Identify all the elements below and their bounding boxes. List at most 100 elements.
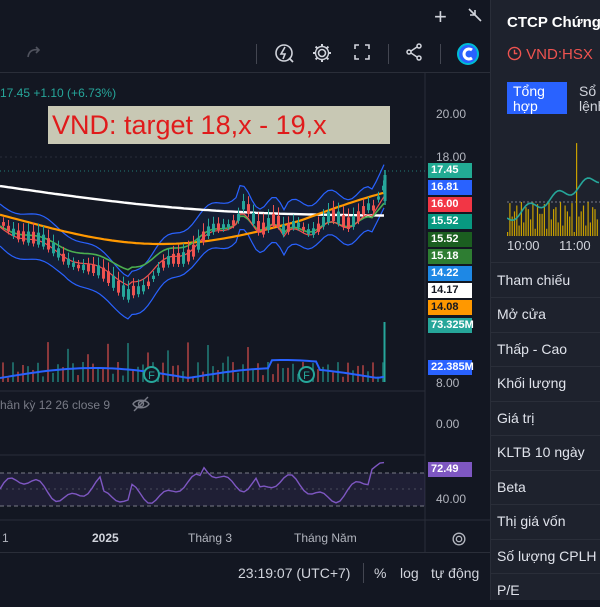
candle-body bbox=[212, 223, 215, 232]
volume-bar bbox=[247, 347, 249, 382]
tab-orderbook[interactable]: Sổ lệnh bbox=[575, 82, 600, 114]
candle-body bbox=[267, 218, 270, 231]
gear-icon[interactable] bbox=[310, 42, 334, 66]
mini-volume-bar bbox=[548, 202, 550, 236]
volume-bar bbox=[257, 363, 259, 382]
volume-bar bbox=[7, 377, 9, 382]
volume-bar bbox=[282, 368, 284, 382]
mini-volume-bar bbox=[559, 202, 562, 236]
axis-settings-icon[interactable] bbox=[450, 530, 468, 553]
volume-bar bbox=[372, 362, 374, 382]
mini-volume-bar bbox=[520, 202, 522, 236]
candle-body bbox=[357, 211, 360, 222]
price-label-ma-green: 15.52 bbox=[428, 232, 472, 247]
info-row-volume: Khối lượng bbox=[497, 375, 567, 391]
toolbar-separator bbox=[440, 44, 441, 64]
price-chart[interactable]: 17.45 +1.10 (+6.73%) VND: target 18,x - … bbox=[0, 72, 490, 552]
volume-bar bbox=[352, 370, 354, 382]
candle-body bbox=[217, 223, 220, 230]
mini-volume-bar bbox=[525, 207, 527, 236]
candle-body bbox=[342, 215, 345, 228]
mini-volume-bar bbox=[534, 228, 536, 236]
price-axis-label: 20.00 bbox=[436, 107, 467, 121]
candle-body bbox=[92, 264, 95, 274]
volume-bar bbox=[177, 365, 179, 382]
price-target-annotation[interactable]: VND: target 18,x - 19,x bbox=[48, 106, 390, 144]
mini-volume-bar bbox=[571, 203, 573, 236]
volume-bar bbox=[217, 370, 219, 382]
candle-body bbox=[377, 196, 380, 200]
price-axis-label: 18.00 bbox=[436, 150, 467, 164]
collapse-panel-button[interactable] bbox=[466, 6, 484, 24]
macd-legend: hân kỳ 12 26 close 9 bbox=[0, 396, 150, 412]
financial-event-marker[interactable]: F bbox=[143, 366, 160, 383]
tab-overview[interactable]: Tổng hợp bbox=[507, 82, 567, 114]
info-row-pe: P/E bbox=[497, 582, 520, 598]
candle-body bbox=[317, 223, 320, 232]
fullscreen-icon[interactable] bbox=[350, 42, 374, 66]
candle-body bbox=[7, 225, 10, 232]
volume-bar bbox=[322, 366, 324, 382]
tab-orderbook-line2: lệnh bbox=[579, 98, 600, 114]
financial-event-marker[interactable]: F bbox=[298, 366, 315, 383]
volume-bar bbox=[202, 371, 204, 382]
redo-icon[interactable] bbox=[22, 42, 46, 66]
candle-body bbox=[242, 201, 245, 210]
log-scale-button[interactable]: log bbox=[400, 565, 419, 581]
volume-bar bbox=[47, 342, 49, 382]
price-label-ma-orange: 14.08 bbox=[428, 300, 472, 315]
volume-bar bbox=[252, 368, 254, 382]
mini-volume-bar bbox=[543, 204, 545, 236]
volume-bar bbox=[97, 368, 99, 382]
share-icon[interactable] bbox=[402, 42, 426, 66]
time-axis-label: 2025 bbox=[92, 531, 119, 545]
candle-body bbox=[97, 265, 100, 276]
volume-bar bbox=[192, 377, 194, 382]
candle-body bbox=[162, 260, 165, 268]
mini-volume-bar bbox=[541, 213, 543, 236]
mini-volume-bar bbox=[516, 205, 518, 236]
mini-volume-bar bbox=[580, 211, 582, 236]
mini-volume-bar bbox=[562, 225, 564, 236]
volume-bar bbox=[172, 365, 174, 382]
chart-header-bar: + bbox=[0, 0, 490, 37]
candle-body bbox=[287, 223, 290, 232]
candle-body bbox=[262, 222, 265, 235]
auto-scale-button[interactable]: tự động bbox=[431, 565, 479, 581]
volume-bar bbox=[72, 363, 74, 382]
candle-body bbox=[142, 285, 145, 292]
clock-timezone[interactable]: 23:19:07 (UTC+7) bbox=[238, 565, 350, 581]
candle-body bbox=[167, 256, 170, 265]
add-tab-button[interactable]: + bbox=[434, 4, 447, 30]
candle-body bbox=[52, 242, 55, 254]
volume-bar bbox=[77, 375, 79, 382]
volume-bar bbox=[237, 372, 239, 382]
percent-scale-button[interactable]: % bbox=[374, 565, 386, 581]
volume-bar bbox=[82, 362, 84, 382]
info-row-market-cap: Thị giá vốn bbox=[497, 513, 566, 529]
mini-volume-bar bbox=[589, 222, 591, 236]
volume-bar bbox=[262, 375, 264, 382]
volume-bar bbox=[107, 343, 109, 382]
info-row-shares-outstanding: Số lượng CPLH bbox=[497, 548, 597, 564]
ticker-symbol: VND:HSX bbox=[526, 46, 593, 63]
candle-body bbox=[322, 216, 325, 227]
mini-volume-bar bbox=[582, 205, 585, 236]
candle-body bbox=[257, 221, 260, 233]
candle-body bbox=[272, 213, 275, 226]
tab-orderbook-line1: Sổ bbox=[579, 83, 597, 99]
candle-body bbox=[347, 217, 350, 229]
macd-legend-text: hân kỳ 12 26 close 9 bbox=[0, 398, 111, 412]
ohlc-readout: 17.45 +1.10 (+6.73%) bbox=[0, 86, 117, 100]
lightning-icon[interactable] bbox=[272, 42, 296, 66]
volume-bar bbox=[187, 342, 189, 382]
volume-bar bbox=[67, 348, 69, 382]
volume-bar bbox=[277, 363, 279, 382]
candle-body bbox=[72, 262, 75, 267]
rsi-value-label: 72.49 bbox=[428, 462, 472, 477]
info-row-reference: Tham chiếu bbox=[497, 272, 571, 288]
hide-eye-icon[interactable] bbox=[132, 396, 150, 415]
info-row-low-high: Thấp - Cao bbox=[497, 341, 568, 357]
candle-body bbox=[107, 271, 110, 283]
logo-icon[interactable] bbox=[456, 42, 480, 66]
